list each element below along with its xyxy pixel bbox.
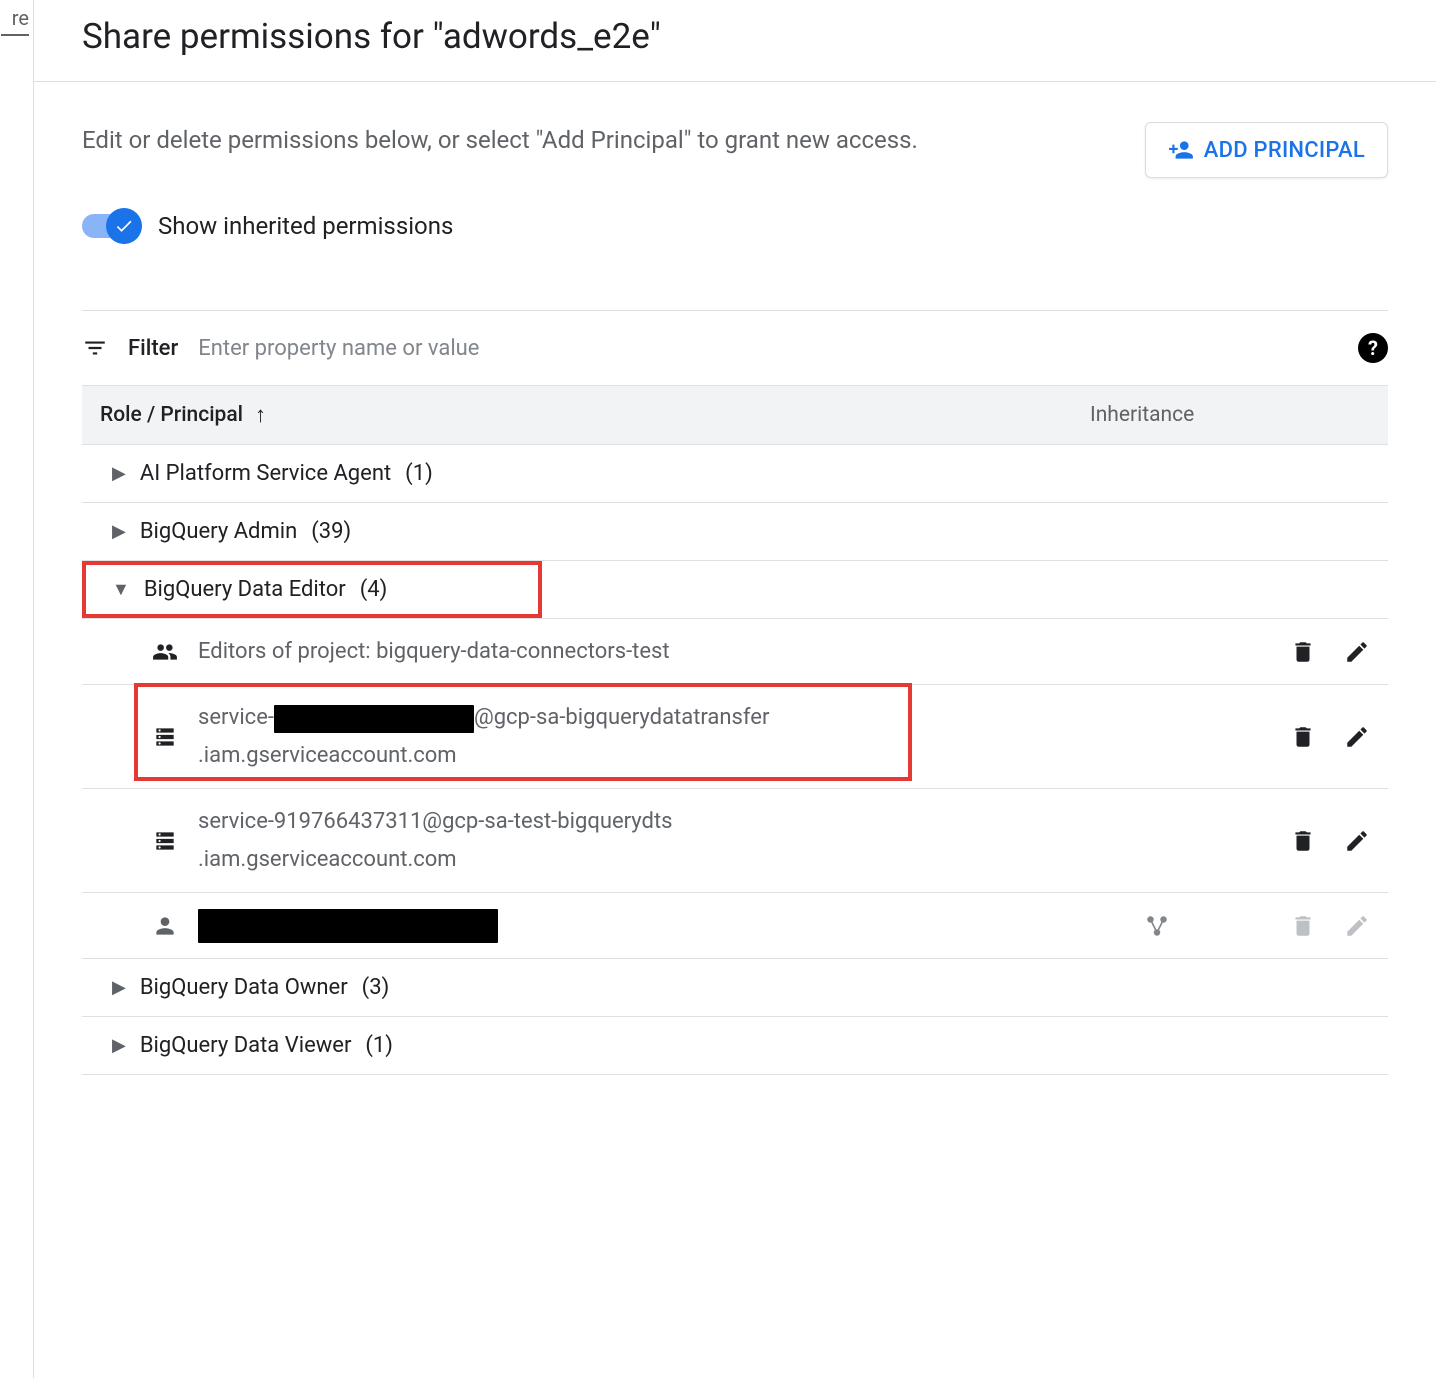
panel-title: Share permissions for "adwords_e2e"	[34, 0, 1436, 82]
group-icon	[152, 639, 178, 665]
principal-row-editors-group: Editors of project: bigquery-data-connec…	[82, 619, 1388, 685]
panel-description: Edit or delete permissions below, or sel…	[82, 122, 1121, 158]
add-principal-label: ADD PRINCIPAL	[1204, 138, 1365, 163]
inheritance-icon	[1144, 913, 1170, 939]
table-header: Role / Principal ↑ Inheritance	[82, 385, 1388, 445]
role-row-bq-data-viewer[interactable]: ▶ BigQuery Data Viewer (1)	[82, 1017, 1388, 1075]
column-inheritance: Inheritance	[1090, 403, 1370, 427]
permissions-panel: Share permissions for "adwords_e2e" Edit…	[34, 0, 1436, 1378]
principal-label: Editors of project: bigquery-data-connec…	[198, 639, 670, 664]
edit-button[interactable]	[1344, 724, 1370, 750]
service-account-icon	[152, 828, 178, 854]
help-icon[interactable]: ?	[1358, 333, 1388, 363]
role-row-bq-data-owner[interactable]: ▶ BigQuery Data Owner (3)	[82, 959, 1388, 1017]
delete-button[interactable]	[1290, 724, 1316, 750]
person-icon	[152, 913, 178, 939]
principal-row-user-redacted	[82, 893, 1388, 959]
role-row-bq-data-editor-wrapper: ▼ BigQuery Data Editor (4)	[82, 561, 1388, 619]
column-role-principal[interactable]: Role / Principal ↑	[100, 402, 1090, 428]
delete-button[interactable]	[1290, 828, 1316, 854]
add-principal-button[interactable]: ADD PRINCIPAL	[1145, 122, 1388, 178]
expand-icon: ▶	[112, 463, 126, 484]
role-row-ai-platform[interactable]: ▶ AI Platform Service Agent (1)	[82, 445, 1388, 503]
add-person-icon	[1168, 137, 1194, 163]
show-inherited-toggle[interactable]	[82, 214, 138, 238]
sort-ascending-icon: ↑	[255, 402, 266, 428]
redacted-segment	[274, 705, 474, 733]
filter-icon	[82, 335, 108, 361]
delete-button	[1290, 913, 1316, 939]
left-rail-text: re	[12, 6, 29, 30]
collapse-icon: ▼	[112, 579, 130, 600]
filter-input[interactable]: Enter property name or value	[198, 336, 1338, 361]
left-rail: re	[0, 0, 34, 1378]
toggle-label: Show inherited permissions	[158, 212, 453, 240]
role-row-bq-admin[interactable]: ▶ BigQuery Admin (39)	[82, 503, 1388, 561]
edit-button	[1344, 913, 1370, 939]
edit-button[interactable]	[1344, 639, 1370, 665]
expand-icon: ▶	[112, 977, 126, 998]
service-account-icon	[152, 724, 178, 750]
filter-label: Filter	[128, 336, 178, 361]
edit-button[interactable]	[1344, 828, 1370, 854]
expand-icon: ▶	[112, 1035, 126, 1056]
role-row-bq-data-editor[interactable]: ▼ BigQuery Data Editor (4)	[82, 561, 542, 618]
expand-icon: ▶	[112, 521, 126, 542]
redacted-segment	[198, 909, 498, 943]
principal-row-service-account-redacted: service-@gcp-sa-bigquerydatatransfer .ia…	[82, 685, 1388, 789]
principal-row-service-account-test: service-919766437311@gcp-sa-test-bigquer…	[82, 789, 1388, 893]
delete-button[interactable]	[1290, 639, 1316, 665]
